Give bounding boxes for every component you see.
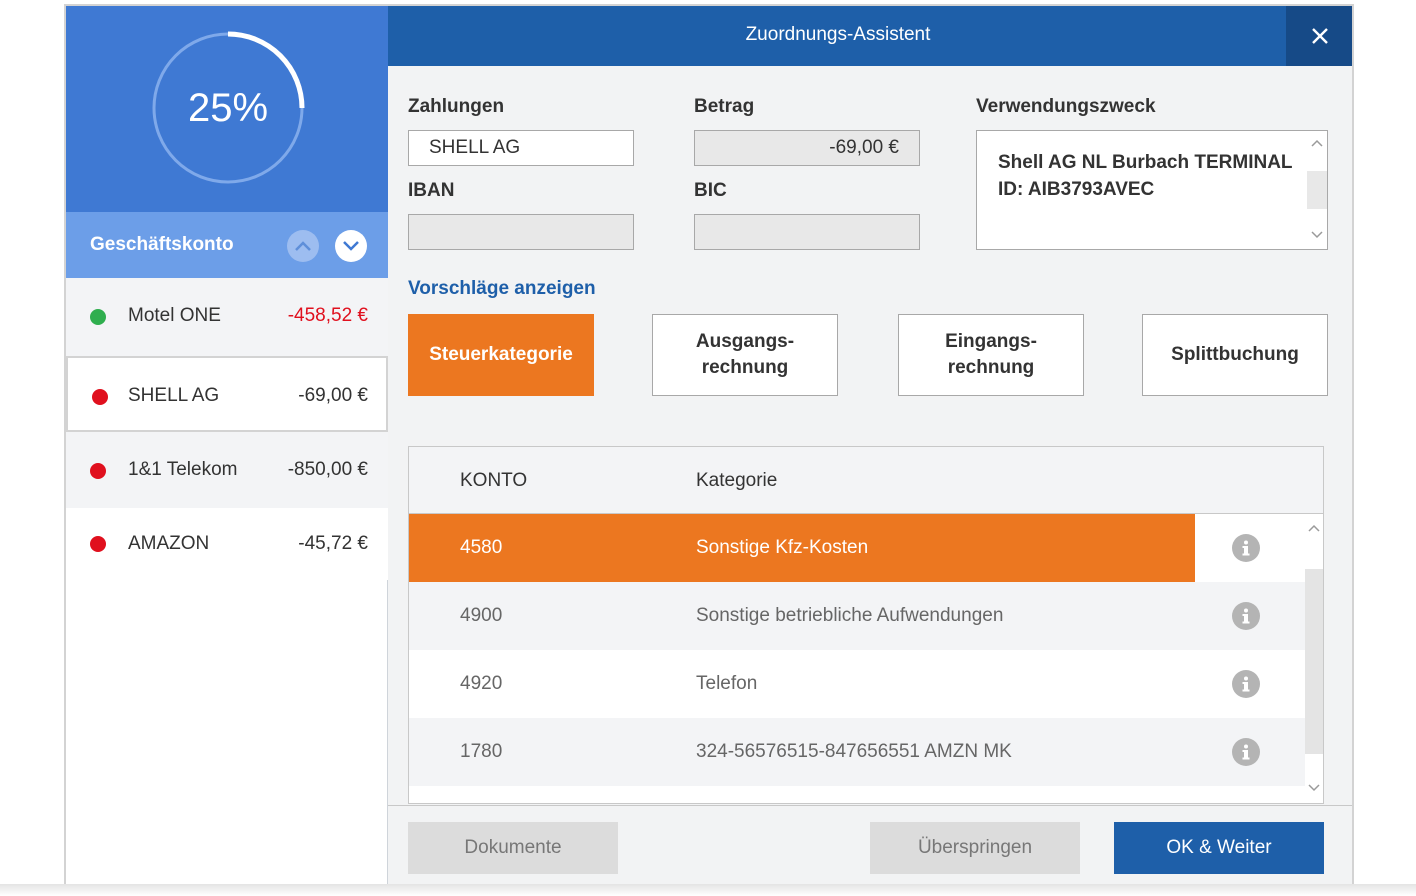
- amount-field: -69,00 €: [694, 130, 920, 166]
- payments-label: Zahlungen: [408, 96, 505, 117]
- table-row-selected[interactable]: 4580 Sonstige Kfz-Kosten: [409, 514, 1305, 582]
- chevron-down-icon: [343, 241, 359, 251]
- table-header: KONTO Kategorie: [409, 447, 1323, 514]
- transaction-item[interactable]: AMAZON -45,72 €: [66, 508, 388, 580]
- status-dot: [90, 309, 106, 325]
- row-kategorie: 324-56576515-847656551 AMZN MK: [696, 741, 1012, 762]
- iban-field: [408, 214, 634, 250]
- table-scrollbar[interactable]: [1305, 514, 1323, 803]
- row-kategorie: Telefon: [696, 673, 758, 694]
- transaction-amount: -850,00 €: [287, 459, 368, 480]
- chevron-down-icon: [1308, 784, 1320, 792]
- info-icon[interactable]: [1232, 738, 1260, 766]
- transaction-item[interactable]: Motel ONE -458,52 €: [66, 278, 388, 356]
- purpose-text: Shell AG NL Burbach TERMINAL ID: AIB3793…: [998, 152, 1293, 200]
- row-konto: 4580: [460, 537, 503, 558]
- info-icon[interactable]: [1232, 534, 1260, 562]
- row-konto: 1780: [460, 741, 503, 762]
- row-kategorie: Sonstige Kfz-Kosten: [696, 537, 869, 558]
- table-row[interactable]: 4920 Telefon: [409, 650, 1305, 718]
- purpose-field[interactable]: Shell AG NL Burbach TERMINAL ID: AIB3793…: [976, 130, 1328, 250]
- chevron-up-icon: [1311, 139, 1323, 147]
- transaction-name: SHELL AG: [128, 385, 220, 406]
- documents-button[interactable]: Dokumente: [408, 822, 618, 874]
- category-table: KONTO Kategorie 4580 Sonstige Kfz-Kosten…: [408, 446, 1324, 804]
- chevron-down-icon: [1311, 231, 1323, 239]
- show-suggestions-link[interactable]: Vorschläge anzeigen: [408, 278, 596, 300]
- close-button[interactable]: [1286, 6, 1352, 66]
- chevron-up-icon: [1308, 524, 1320, 532]
- bic-label: BIC: [694, 180, 727, 201]
- column-header-kategorie: Kategorie: [696, 470, 778, 491]
- window-shadow: [0, 884, 1416, 896]
- transaction-name: Motel ONE: [128, 305, 221, 326]
- status-dot: [92, 389, 108, 405]
- category-button-incoming-invoice[interactable]: Eingangs- rechnung: [898, 314, 1084, 396]
- transaction-name: AMAZON: [128, 533, 210, 554]
- row-konto: 4920: [460, 673, 503, 694]
- sidebar: 25% Geschäftskonto Motel ONE -458,52 € S…: [66, 6, 388, 886]
- footer-divider: [388, 805, 1352, 806]
- iban-label: IBAN: [408, 180, 455, 201]
- account-selector[interactable]: Geschäftskonto: [66, 212, 388, 278]
- previous-account-button[interactable]: [287, 230, 319, 262]
- title-bar: Zuordnungs-Assistent: [388, 6, 1352, 66]
- progress-panel: 25%: [66, 6, 388, 212]
- dialog-title: Zuordnungs-Assistent: [745, 24, 931, 45]
- category-button-split[interactable]: Splittbuchung: [1142, 314, 1328, 396]
- assignment-dialog: Zuordnungs-Assistent Zahlungen SHELL AG …: [388, 6, 1352, 886]
- transaction-amount: -458,52 €: [287, 305, 368, 326]
- payments-field[interactable]: SHELL AG: [408, 130, 634, 166]
- close-icon: [1312, 28, 1328, 44]
- category-button-outgoing-invoice[interactable]: Ausgangs- rechnung: [652, 314, 838, 396]
- assistant-window: 25% Geschäftskonto Motel ONE -458,52 € S…: [64, 4, 1354, 888]
- category-button-tax[interactable]: Steuerkategorie: [408, 314, 594, 396]
- table-row[interactable]: 1780 324-56576515-847656551 AMZN MK: [409, 718, 1305, 786]
- scroll-thumb[interactable]: [1305, 569, 1323, 754]
- account-label: Geschäftskonto: [90, 234, 234, 255]
- transaction-amount: -45,72 €: [298, 533, 368, 554]
- chevron-up-icon: [295, 241, 311, 251]
- table-row[interactable]: 4900 Sonstige betriebliche Aufwendungen: [409, 582, 1305, 650]
- amount-label: Betrag: [694, 96, 755, 117]
- purpose-label: Verwendungszweck: [976, 96, 1156, 117]
- purpose-scrollbar[interactable]: [1307, 131, 1327, 249]
- skip-button[interactable]: Überspringen: [870, 822, 1080, 874]
- row-konto: 4900: [460, 605, 503, 626]
- bic-field: [694, 214, 920, 250]
- info-icon[interactable]: [1232, 602, 1260, 630]
- scroll-thumb[interactable]: [1307, 171, 1327, 209]
- progress-percent: 25%: [187, 86, 269, 130]
- transaction-item[interactable]: 1&1 Telekom -850,00 €: [66, 432, 388, 508]
- next-account-button[interactable]: [335, 230, 367, 262]
- ok-next-button[interactable]: OK & Weiter: [1114, 822, 1324, 874]
- row-kategorie: Sonstige betriebliche Aufwendungen: [696, 605, 1004, 626]
- status-dot: [90, 536, 106, 552]
- info-icon[interactable]: [1232, 670, 1260, 698]
- status-dot: [90, 463, 106, 479]
- transaction-amount: -69,00 €: [298, 385, 368, 406]
- transaction-name: 1&1 Telekom: [128, 459, 238, 480]
- transaction-item-selected[interactable]: SHELL AG -69,00 €: [66, 356, 388, 432]
- column-header-konto: KONTO: [460, 470, 528, 491]
